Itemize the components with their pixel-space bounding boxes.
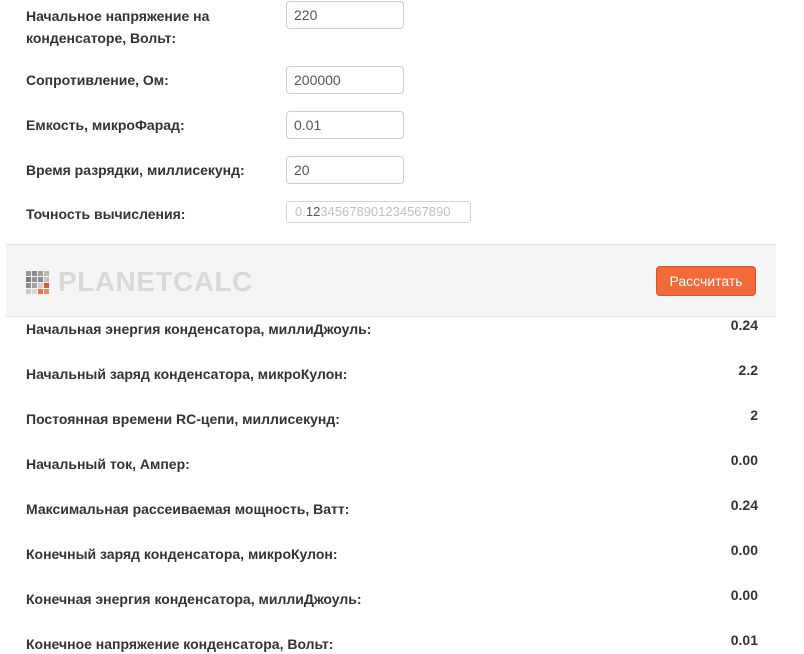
time-label: Время разрядки, миллисекунд: — [26, 162, 245, 178]
precision-label: Точность вычисления: — [26, 206, 186, 222]
calculator-toolbar: PLANETCALC Рассчитать — [6, 244, 776, 317]
time-input[interactable] — [286, 156, 404, 184]
result-value: 0.24 — [730, 317, 758, 333]
precision-slider[interactable]: 0.12345678901234567890 — [286, 201, 471, 223]
voltage-input[interactable] — [286, 1, 404, 29]
result-value: 0.00 — [730, 452, 758, 468]
result-label: Начальная энергия конденсатора, миллиДжо… — [26, 321, 372, 337]
result-value: 0.00 — [730, 542, 758, 558]
result-label: Конечная энергия конденсатора, миллиДжоу… — [26, 591, 362, 607]
result-value: 0.24 — [730, 497, 758, 513]
result-label: Начальный заряд конденсатора, микроКулон… — [26, 366, 348, 382]
result-value: 2 — [750, 407, 758, 423]
resistance-label: Сопротивление, Ом: — [26, 72, 169, 88]
precision-selected-digits: 12 — [305, 204, 321, 219]
result-label: Конечное напряжение конденсатора, Вольт: — [26, 636, 334, 652]
result-value: 0.00 — [730, 587, 758, 603]
precision-prefix: 0. — [295, 204, 306, 219]
capacitance-input[interactable] — [286, 111, 404, 139]
result-value: 2.2 — [738, 362, 758, 378]
precision-rest-digits: 345678901234567890 — [320, 204, 451, 219]
calculate-button[interactable]: Рассчитать — [656, 266, 756, 296]
result-label: Постоянная времени RC-цепи, миллисекунд: — [26, 411, 340, 427]
result-label: Конечный заряд конденсатора, микроКулон: — [26, 546, 338, 562]
result-label: Максимальная рассеиваемая мощность, Ватт… — [26, 501, 350, 517]
result-label: Начальный ток, Ампер: — [26, 456, 190, 472]
planetcalc-logo-icon — [26, 271, 51, 296]
result-value: 0.01 — [730, 632, 758, 648]
resistance-input[interactable] — [286, 66, 404, 94]
planetcalc-logo-text: PLANETCALC — [58, 266, 253, 297]
voltage-label: Начальное напряжение на конденсаторе, Во… — [26, 8, 210, 46]
capacitance-label: Емкость, микроФарад: — [26, 117, 185, 133]
